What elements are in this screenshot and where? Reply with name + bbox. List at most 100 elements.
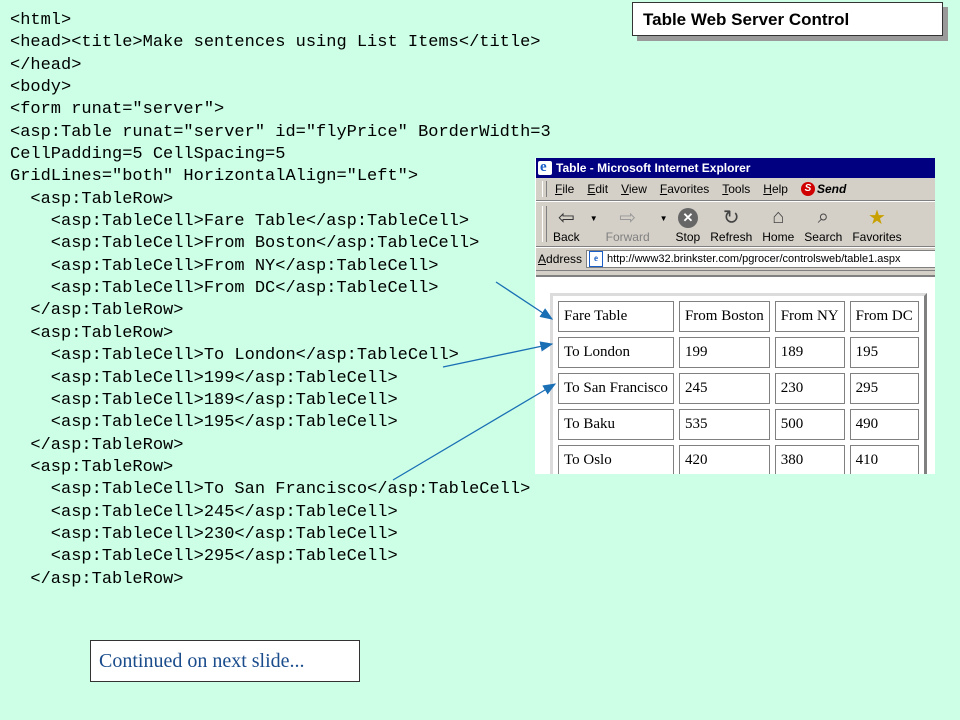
send-label: Send	[816, 182, 847, 196]
menu-tools[interactable]: Tools	[722, 182, 750, 196]
refresh-button[interactable]: ↻ Refresh	[710, 206, 752, 246]
menubar-grip[interactable]	[542, 181, 547, 197]
address-input[interactable]: e http://www32.brinkster.com/pgrocer/con…	[586, 250, 935, 268]
stop-icon: ✕	[677, 208, 698, 228]
code-line: <asp:TableRow>	[10, 457, 174, 477]
table-cell: To Oslo	[558, 445, 674, 474]
code-line: </head>	[10, 55, 82, 75]
code-line: <asp:Table runat="server" id="flyPrice" …	[10, 122, 551, 142]
forward-dropdown-icon[interactable]: ▼	[660, 214, 668, 223]
code-line: GridLines="both" HorizontalAlign="Left">	[10, 167, 419, 187]
page-icon: e	[589, 251, 604, 267]
table-row: To Oslo 420 380 410	[558, 445, 919, 474]
code-line: <asp:TableCell>230</asp:TableCell>	[10, 524, 398, 544]
table-cell: From NY	[774, 301, 845, 332]
browser-content: Fare Table From Boston From NY From DC To Lo…	[536, 275, 935, 474]
code-line: <html>	[10, 11, 72, 30]
send-logo-icon: S	[800, 182, 815, 196]
favorites-button[interactable]: ★ Favorites	[852, 206, 901, 246]
table-cell: 380	[774, 445, 845, 474]
fare-table-frame: Fare Table From Boston From NY From DC To Lo…	[550, 293, 927, 474]
code-line: <head><title>Make sentences using List I…	[10, 33, 541, 53]
browser-title: Table - Microsoft Internet Explorer	[556, 161, 751, 175]
refresh-icon: ↻	[722, 206, 740, 229]
code-line: <asp:TableRow>	[10, 189, 174, 209]
address-bar: Address e http://www32.brinkster.com/pgr…	[536, 247, 935, 271]
table-row: To Baku 535 500 490	[558, 409, 919, 440]
table-cell: 535	[678, 409, 770, 440]
refresh-label: Refresh	[710, 230, 753, 244]
table-row: To London 199 189 195	[558, 337, 919, 368]
continued-note: Continued on next slide...	[90, 640, 360, 682]
back-dropdown-icon[interactable]: ▼	[590, 214, 598, 223]
code-line: <asp:TableCell>From Boston</asp:TableCel…	[10, 234, 480, 254]
table-cell: Fare Table	[558, 301, 674, 332]
code-line: </asp:TableRow>	[10, 301, 184, 321]
forward-arrow-icon: ⇨	[619, 206, 636, 229]
menu-file[interactable]: File	[555, 182, 574, 196]
table-cell: From Boston	[678, 301, 770, 332]
home-label: Home	[762, 230, 795, 244]
table-row: Fare Table From Boston From NY From DC	[558, 301, 919, 332]
slide-title: Table Web Server Control	[632, 2, 943, 36]
home-button[interactable]: ⌂ Home	[762, 206, 794, 246]
table-cell: To San Francisco	[558, 373, 674, 404]
table-cell: 189	[774, 337, 845, 368]
code-line: <body>	[10, 78, 72, 98]
browser-window: Table - Microsoft Internet Explorer File…	[535, 158, 935, 474]
code-line: <asp:TableCell>295</asp:TableCell>	[10, 547, 398, 567]
favorites-label: Favorites	[852, 230, 902, 244]
table-cell: To London	[558, 337, 674, 368]
table-cell: 410	[849, 445, 919, 474]
stop-button[interactable]: ✕ Stop	[675, 208, 701, 246]
table-cell: 199	[678, 337, 770, 368]
menu-edit[interactable]: Edit	[587, 182, 608, 196]
code-line: <form runat="server">	[10, 100, 225, 120]
browser-titlebar[interactable]: Table - Microsoft Internet Explorer	[536, 158, 935, 178]
code-line: <asp:TableCell>To San Francisco</asp:Tab…	[10, 480, 531, 500]
table-cell: 420	[678, 445, 770, 474]
stop-label: Stop	[675, 230, 701, 244]
search-icon: ⌕	[817, 205, 829, 228]
address-url: http://www32.brinkster.com/pgrocer/contr…	[607, 253, 901, 265]
table-cell: From DC	[849, 301, 919, 332]
table-cell: 230	[774, 373, 845, 404]
code-line: <asp:TableCell>189</asp:TableCell>	[10, 390, 398, 410]
back-arrow-icon: ⇦	[557, 206, 575, 229]
code-listing: <html> <head><title>Make sentences using …	[10, 10, 551, 591]
home-icon: ⌂	[772, 205, 785, 228]
fare-table: Fare Table From Boston From NY From DC To Lo…	[553, 296, 924, 474]
code-line: <asp:TableCell>From NY</asp:TableCell>	[10, 256, 439, 276]
send-button[interactable]: S Send	[800, 182, 847, 196]
table-cell: 245	[678, 373, 770, 404]
back-button[interactable]: ⇦ Back	[553, 206, 580, 246]
back-label: Back	[553, 230, 580, 244]
forward-button[interactable]: ⇨ Forward	[606, 206, 650, 246]
code-line: </asp:TableRow>	[10, 569, 184, 589]
menu-favorites[interactable]: Favorites	[660, 182, 709, 196]
menu-view[interactable]: View	[621, 182, 647, 196]
code-line: <asp:TableCell>From DC</asp:TableCell>	[10, 279, 439, 299]
code-line: CellPadding=5 CellSpacing=5	[10, 145, 286, 165]
table-cell: 195	[849, 337, 919, 368]
code-line: </asp:TableRow>	[10, 435, 184, 455]
browser-menubar: File Edit View Favorites Tools Help S Se…	[536, 178, 935, 201]
search-button[interactable]: ⌕ Search	[804, 206, 842, 246]
code-line: <asp:TableCell>245</asp:TableCell>	[10, 502, 398, 522]
table-row: To San Francisco 245 230 295	[558, 373, 919, 404]
code-line: <asp:TableCell>199</asp:TableCell>	[10, 368, 398, 388]
table-cell: To Baku	[558, 409, 674, 440]
table-cell: 295	[849, 373, 919, 404]
table-cell: 500	[774, 409, 845, 440]
forward-label: Forward	[605, 230, 650, 244]
favorites-icon: ★	[868, 206, 886, 229]
search-label: Search	[804, 230, 843, 244]
menu-help[interactable]: Help	[763, 182, 788, 196]
code-line: <asp:TableCell>Fare Table</asp:TableCell…	[10, 212, 470, 232]
browser-toolbar: ⇦ Back ▼ ⇨ Forward ▼ ✕ Stop ↻ Refresh ⌂ …	[536, 201, 935, 247]
code-line: <asp:TableCell>195</asp:TableCell>	[10, 413, 398, 433]
ie-logo-icon	[538, 158, 552, 177]
address-label: Address	[538, 252, 583, 266]
toolbar-grip[interactable]	[542, 206, 547, 242]
table-cell: 490	[849, 409, 919, 440]
